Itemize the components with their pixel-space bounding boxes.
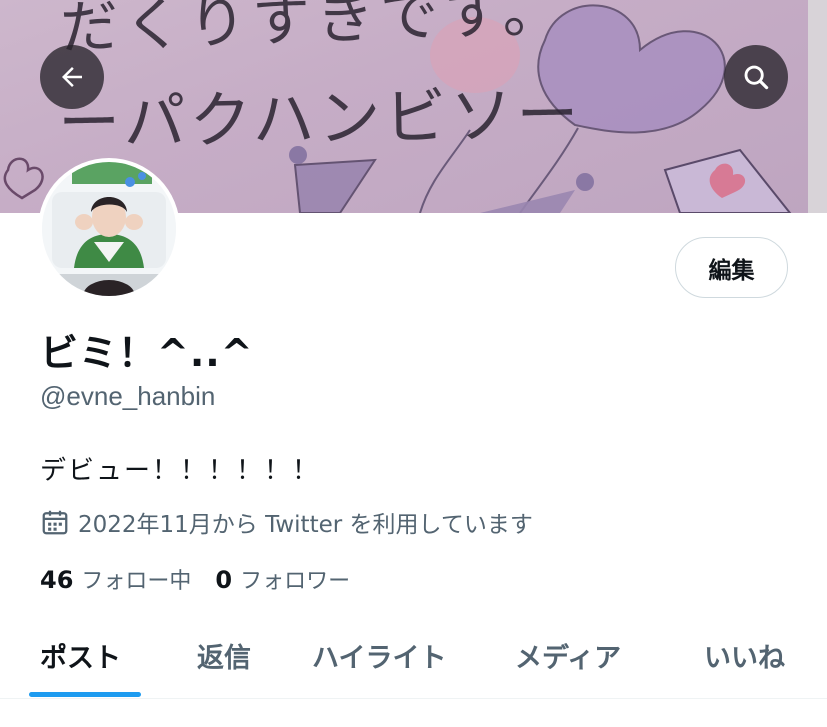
search-button[interactable]: [724, 45, 788, 109]
avatar[interactable]: [38, 158, 180, 300]
back-button[interactable]: [40, 45, 104, 109]
calendar-icon: [42, 510, 68, 535]
joined-date: 2022年11月から Twitter を利用しています: [40, 505, 533, 539]
tab-highlights[interactable]: ハイライト: [312, 636, 446, 675]
search-icon: [744, 65, 769, 90]
display-name: ビミ！^..^: [40, 331, 254, 375]
edit-profile-button[interactable]: 編集: [675, 237, 788, 298]
active-tab-indicator: [29, 692, 141, 697]
following-count[interactable]: 46: [40, 566, 73, 594]
followers-count[interactable]: 0: [215, 566, 232, 594]
joined-text: 2022年11月から Twitter を利用しています: [78, 512, 533, 538]
avatar-image: [42, 162, 176, 296]
banner-text-line2: ーパクハンビソー: [57, 77, 583, 160]
avatar-photo: [42, 162, 176, 296]
tab-media[interactable]: メディア: [515, 636, 621, 675]
follow-stats: 46 フォロー中 0 フォロワー: [40, 563, 350, 595]
arrow-left-icon: [62, 67, 82, 87]
following-label[interactable]: フォロー中: [81, 563, 191, 595]
profile-tabs: ポスト 返信 ハイライト メディア いいね: [0, 618, 827, 699]
user-handle: @evne_hanbin: [40, 381, 216, 411]
profile-bio: デビュー！！！！！！: [40, 456, 321, 486]
tab-likes[interactable]: いいね: [704, 636, 785, 675]
followers-label[interactable]: フォロワー: [240, 563, 350, 595]
tab-replies[interactable]: 返信: [197, 636, 251, 675]
tab-posts[interactable]: ポスト: [40, 636, 121, 675]
